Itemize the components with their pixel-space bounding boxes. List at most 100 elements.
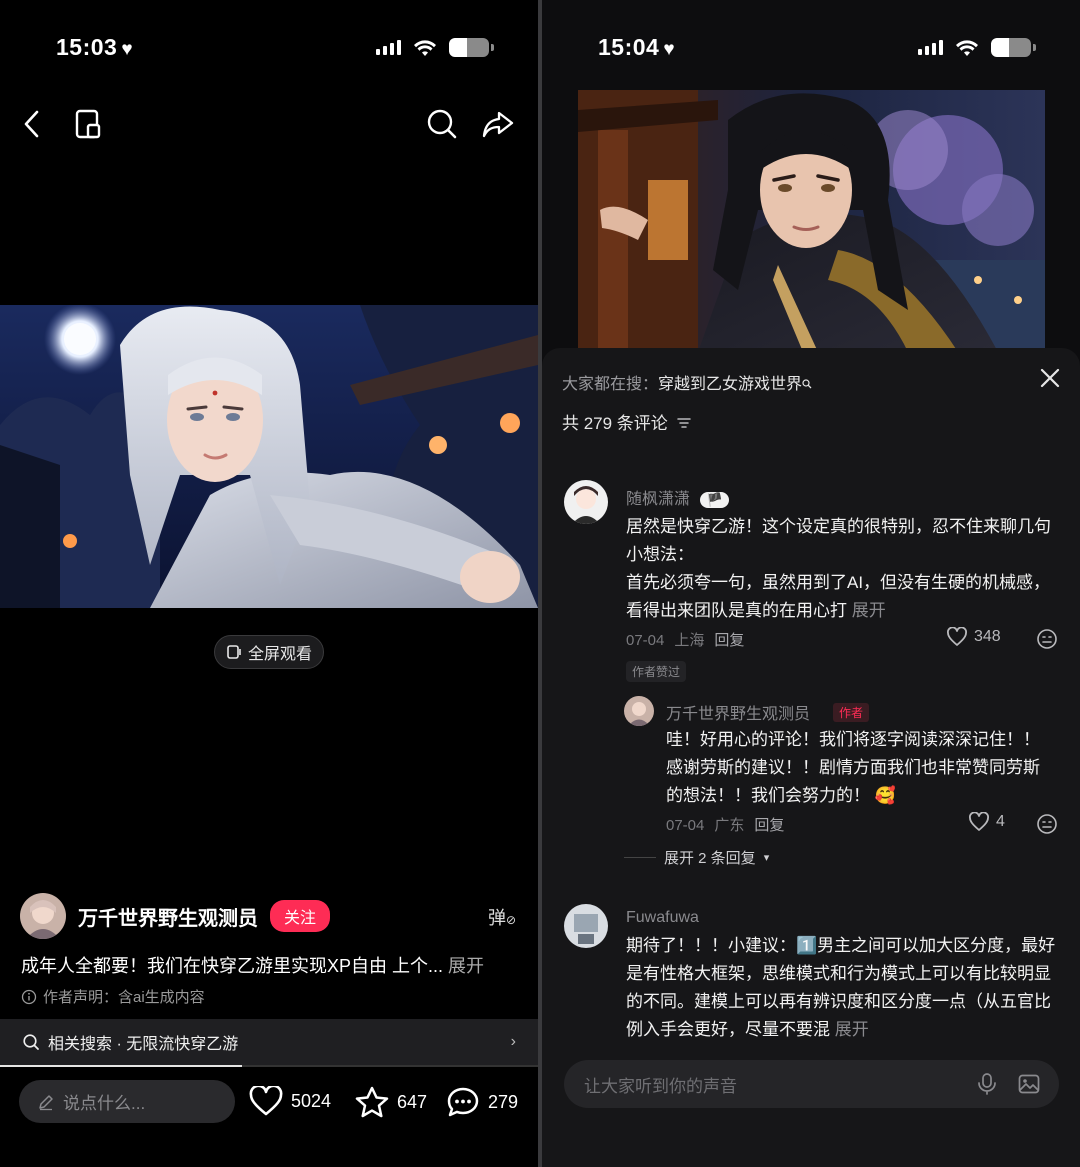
right-screen: 15:04 ♥ 大家都在搜：穿越到乙女游戏世界 共 279 条评论 随枫潇潇 🏴…: [542, 0, 1080, 1167]
comment-count-header[interactable]: 共 279 条评论: [562, 409, 691, 434]
info-icon: [21, 989, 37, 1004]
comment-expand[interactable]: 展开: [852, 601, 886, 620]
comments-sheet: 大家都在搜：穿越到乙女游戏世界 共 279 条评论 随枫潇潇 🏴 居然是快穿乙游…: [542, 348, 1080, 1167]
expand-replies-button[interactable]: 展开 2 条回复 ▾: [624, 847, 769, 868]
commenter-name-text: 随枫潇潇: [626, 491, 691, 508]
image-picker-icon[interactable]: [1017, 1072, 1041, 1096]
reply-avatar[interactable]: [624, 696, 654, 726]
miniplayer-icon[interactable]: [70, 106, 106, 142]
caption-expand[interactable]: 展开: [448, 956, 484, 976]
battery-cap: [1033, 44, 1036, 51]
comment-button[interactable]: 279: [446, 1086, 518, 1118]
reply-text: 哇！好用心的评论！我们将逐字阅读深深记住！！感谢劳斯的建议！！剧情方面我们也非常…: [666, 730, 1040, 805]
author-avatar[interactable]: [20, 893, 66, 939]
reply-like-button[interactable]: 4: [968, 812, 1005, 832]
signal-icon: [376, 40, 401, 55]
danmaku-label: 弹: [487, 908, 506, 928]
left-screen: 15:03 ♥ 全屏观看 万千世界野生观测员 关注 弹⊘ 成年人全都要！我们在快…: [0, 0, 538, 1167]
comment-meta: 07-04 上海 回复: [626, 629, 754, 650]
status-bar: 15:03 ♥: [0, 30, 538, 70]
comment-input[interactable]: 说点什么...: [19, 1080, 235, 1123]
reply-like-count: 4: [996, 813, 1005, 830]
emoji-react-icon[interactable]: [1036, 813, 1058, 835]
artwork-dark-hair-man: [578, 90, 1045, 352]
video-caption[interactable]: 成年人全都要！我们在快穿乙游里实现XP自由 上个... 展开: [21, 952, 521, 978]
badge-icon: 🏴: [700, 492, 729, 508]
chevron-right-icon: ›: [510, 1033, 516, 1050]
related-search-label: 相关搜索 · 无限流快穿乙游: [48, 1036, 239, 1053]
danmaku-toggle-icon[interactable]: 弹⊘: [488, 904, 516, 930]
heart-outline-icon: [947, 627, 967, 646]
video-progress-bar[interactable]: [0, 1065, 538, 1067]
back-icon[interactable]: [14, 106, 50, 142]
hot-search-link[interactable]: 大家都在搜：穿越到乙女游戏世界: [562, 370, 812, 394]
video-artwork[interactable]: [578, 90, 1045, 352]
related-search-bar[interactable]: 相关搜索 · 无限流快穿乙游 ›: [0, 1019, 538, 1065]
sort-icon: [676, 418, 691, 428]
follow-button[interactable]: 关注: [270, 900, 331, 932]
reply-button[interactable]: 回复: [754, 817, 784, 834]
battery-icon: [991, 38, 1031, 57]
emoji-react-icon[interactable]: [1036, 628, 1058, 650]
like-button[interactable]: 5024: [249, 1086, 331, 1116]
artwork-white-hair-man: [0, 305, 538, 608]
search-icon[interactable]: [424, 106, 460, 142]
commenter-avatar[interactable]: [564, 480, 608, 524]
share-icon[interactable]: [480, 106, 516, 142]
status-time: 15:04 ♥: [598, 34, 675, 61]
disclaimer-text: 作者声明：含ai生成内容: [43, 989, 205, 1006]
signal-icon: [918, 40, 943, 55]
favorite-button[interactable]: 647: [355, 1086, 427, 1118]
fullscreen-icon: [227, 645, 241, 659]
comment-input[interactable]: 让大家听到你的声音: [564, 1060, 1059, 1108]
expand-replies-label: 展开 2 条回复: [664, 850, 756, 867]
reply-date: 07-04: [666, 817, 705, 834]
comment-input-placeholder: 让大家听到你的声音: [584, 1076, 737, 1096]
avatar-image: [564, 904, 608, 948]
author-name[interactable]: 万千世界野生观测员: [78, 902, 258, 931]
reply-button[interactable]: 回复: [714, 632, 744, 649]
hot-search-prefix: 大家都在搜：: [562, 376, 659, 393]
comment-date: 07-04: [626, 632, 665, 649]
comment-expand[interactable]: 展开: [835, 1020, 869, 1039]
commenter-name[interactable]: 随枫潇潇 🏴: [626, 485, 729, 509]
avatar-image: [624, 696, 654, 726]
hot-search-term: 穿越到乙女游戏世界: [658, 376, 803, 393]
microphone-icon[interactable]: [975, 1072, 999, 1096]
search-icon: [802, 379, 812, 389]
comment-count: 279: [488, 1091, 519, 1112]
heart-outline-icon: [249, 1086, 283, 1116]
star-outline-icon: [355, 1086, 389, 1118]
chevron-down-icon: ▾: [763, 852, 770, 864]
reply-name-text: 万千世界野生观测员: [666, 706, 811, 723]
author-tag: 作者: [833, 703, 870, 722]
reply-name[interactable]: 万千世界野生观测员: [666, 700, 810, 724]
comment-body[interactable]: 期待了！！！小建议：1️⃣男主之间可以加大区分度，最好是有性格大框架，思维模式和…: [626, 932, 1056, 1044]
comment-text-continued: 首先必须夸一句，虽然用到了AI，但没有生硬的机械感，看得出来团队是真的在用心打: [626, 573, 1051, 620]
battery-icon: [449, 38, 489, 57]
fullscreen-button[interactable]: 全屏观看: [214, 635, 324, 669]
comment-like-button[interactable]: 348: [946, 627, 1001, 647]
reply-location: 广东: [714, 817, 745, 834]
status-icons: [918, 38, 1036, 57]
commenter-avatar[interactable]: [564, 904, 608, 948]
wifi-icon: [414, 39, 436, 56]
comment-text: 居然是快穿乙游！这个设定真的很特别，忍不住来聊几句小想法：: [626, 517, 1051, 564]
status-bar: 15:04 ♥: [542, 30, 1080, 70]
reply-body[interactable]: 哇！好用心的评论！我们将逐字阅读深深记住！！感谢劳斯的建议！！剧情方面我们也非常…: [666, 726, 1056, 810]
commenter-name[interactable]: Fuwafuwa: [626, 909, 699, 927]
fullscreen-label: 全屏观看: [247, 646, 312, 663]
avatar-image: [20, 893, 66, 939]
status-time: 15:03 ♥: [56, 34, 133, 61]
divider-line: [624, 857, 656, 858]
commenter-name-text: Fuwafuwa: [626, 909, 699, 926]
favorite-count: 647: [397, 1091, 428, 1112]
search-icon: [23, 1034, 39, 1050]
ai-disclaimer: 作者声明：含ai生成内容: [21, 986, 205, 1007]
close-icon[interactable]: [1038, 366, 1062, 390]
like-count: 5024: [291, 1090, 332, 1111]
wifi-icon: [956, 39, 978, 56]
author-row: 万千世界野生观测员 关注: [20, 893, 331, 939]
comment-body[interactable]: 居然是快穿乙游！这个设定真的很特别，忍不住来聊几句小想法： 首先必须夸一句，虽然…: [626, 513, 1056, 625]
video-artwork[interactable]: [0, 305, 538, 608]
